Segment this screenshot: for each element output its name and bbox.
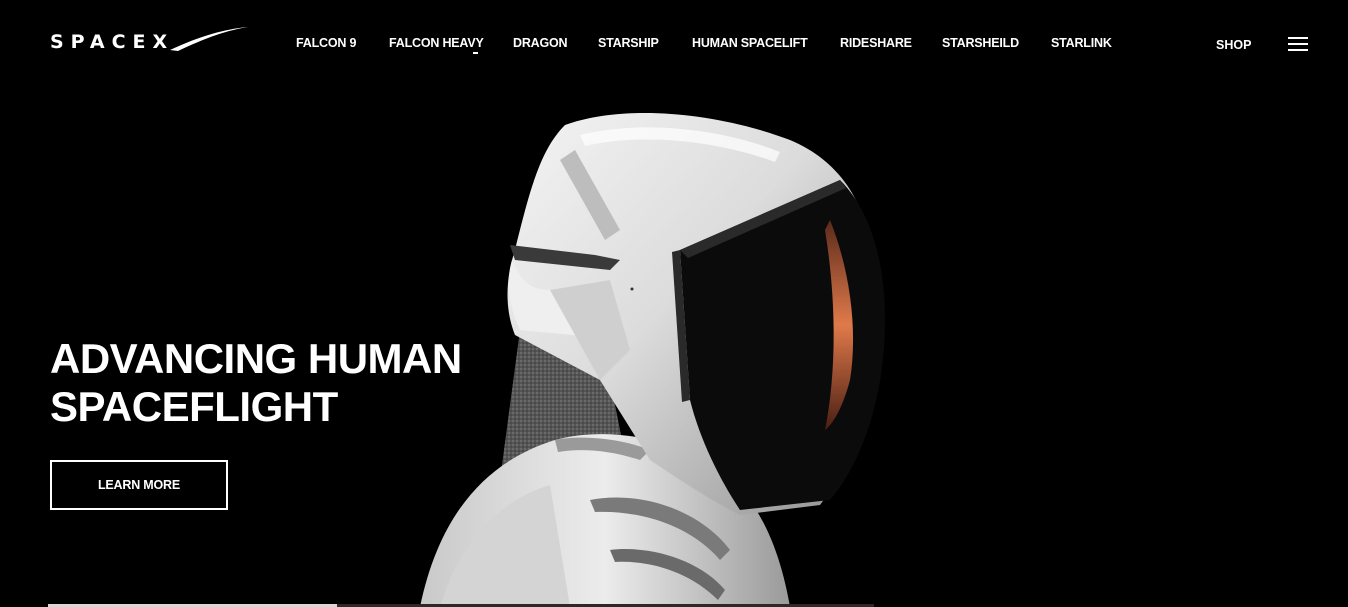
nav-item-falcon-9[interactable]: FALCON 9: [296, 36, 356, 50]
astronaut-helmet-image: [420, 113, 885, 607]
nav-item-starlink[interactable]: STARLINK: [1051, 36, 1112, 50]
nav-active-indicator: [473, 52, 478, 54]
nav-item-human-spaceflight[interactable]: HUMAN SPACELIFT: [692, 36, 808, 50]
spacex-homepage: SPACEX FALCON 9 FALCON HEAVY DRAGON STAR…: [0, 0, 1348, 607]
site-header: SPACEX FALCON 9 FALCON HEAVY DRAGON STAR…: [0, 0, 1348, 88]
logo-wordmark: SPACEX: [50, 31, 175, 53]
nav-item-starshield[interactable]: STARSHEILD: [942, 36, 1019, 50]
hero-title-line-2: SPACEFLIGHT: [50, 383, 338, 430]
nav-item-rideshare[interactable]: RIDESHARE: [840, 36, 912, 50]
nav-item-starship[interactable]: STARSHIP: [598, 36, 659, 50]
hero-title: ADVANCING HUMAN SPACEFLIGHT: [50, 335, 462, 431]
hero-title-line-1: ADVANCING HUMAN: [50, 335, 462, 382]
nav-item-dragon[interactable]: DRAGON: [513, 36, 568, 50]
shop-link[interactable]: SHOP: [1216, 38, 1251, 52]
spacex-logo[interactable]: SPACEX: [50, 24, 250, 58]
nav-item-falcon-heavy[interactable]: FALCON HEAVY: [389, 36, 484, 50]
hamburger-menu-icon[interactable]: [1288, 37, 1310, 51]
learn-more-button[interactable]: LEARN MORE: [50, 460, 228, 510]
